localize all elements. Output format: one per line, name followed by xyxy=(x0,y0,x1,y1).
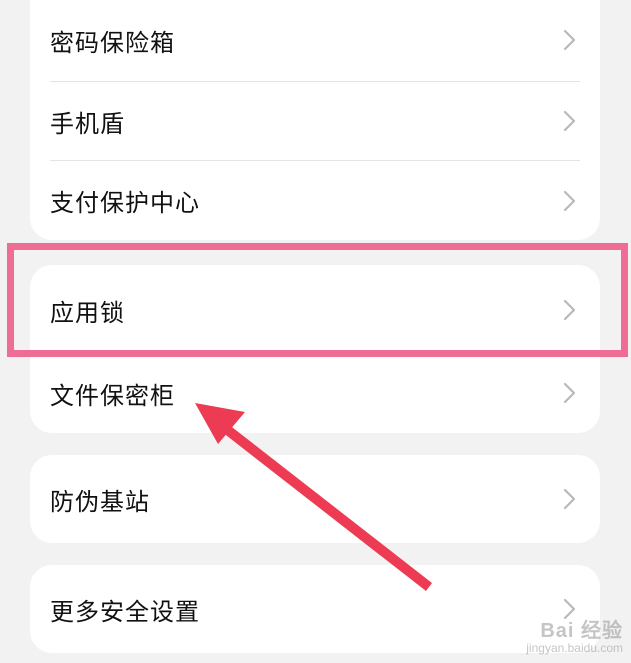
list-item-label: 手机盾 xyxy=(50,109,125,138)
security-group-card-2: 应用锁 文件保密柜 xyxy=(30,265,600,433)
chevron-right-icon xyxy=(563,110,576,132)
baidu-jingyan-watermark: Bai 经验 jingyan.baidu.com xyxy=(526,620,623,655)
list-item-label: 防伪基站 xyxy=(50,487,150,516)
list-item-fake-base-station[interactable]: 防伪基站 xyxy=(30,455,600,543)
security-group-card-1: 密码保险箱 手机盾 支付保护中心 xyxy=(30,0,600,240)
security-group-card-4: 更多安全设置 xyxy=(30,565,600,653)
list-item-file-safe[interactable]: 文件保密柜 xyxy=(30,353,600,433)
list-item-payment-protection[interactable]: 支付保护中心 xyxy=(30,161,600,240)
watermark-sub: jingyan.baidu.com xyxy=(526,640,623,655)
list-item-label: 更多安全设置 xyxy=(50,597,200,626)
list-item-label: 应用锁 xyxy=(50,298,125,327)
list-item-label: 密码保险箱 xyxy=(50,28,175,57)
watermark-main: Bai 经验 xyxy=(540,619,623,642)
security-group-card-3: 防伪基站 xyxy=(30,455,600,543)
chevron-right-icon xyxy=(563,299,576,321)
chevron-right-icon xyxy=(563,488,576,510)
list-item-password-vault[interactable]: 密码保险箱 xyxy=(30,0,600,80)
list-item-label: 支付保护中心 xyxy=(50,189,200,217)
chevron-right-icon xyxy=(563,190,576,211)
list-item-label: 文件保密柜 xyxy=(50,381,175,410)
chevron-right-icon xyxy=(563,382,576,404)
list-item-phone-shield[interactable]: 手机盾 xyxy=(30,82,600,160)
list-item-app-lock[interactable]: 应用锁 xyxy=(30,265,600,355)
chevron-right-icon xyxy=(563,29,576,51)
list-item-more-security-settings[interactable]: 更多安全设置 xyxy=(30,565,600,653)
chevron-right-icon xyxy=(563,598,576,620)
